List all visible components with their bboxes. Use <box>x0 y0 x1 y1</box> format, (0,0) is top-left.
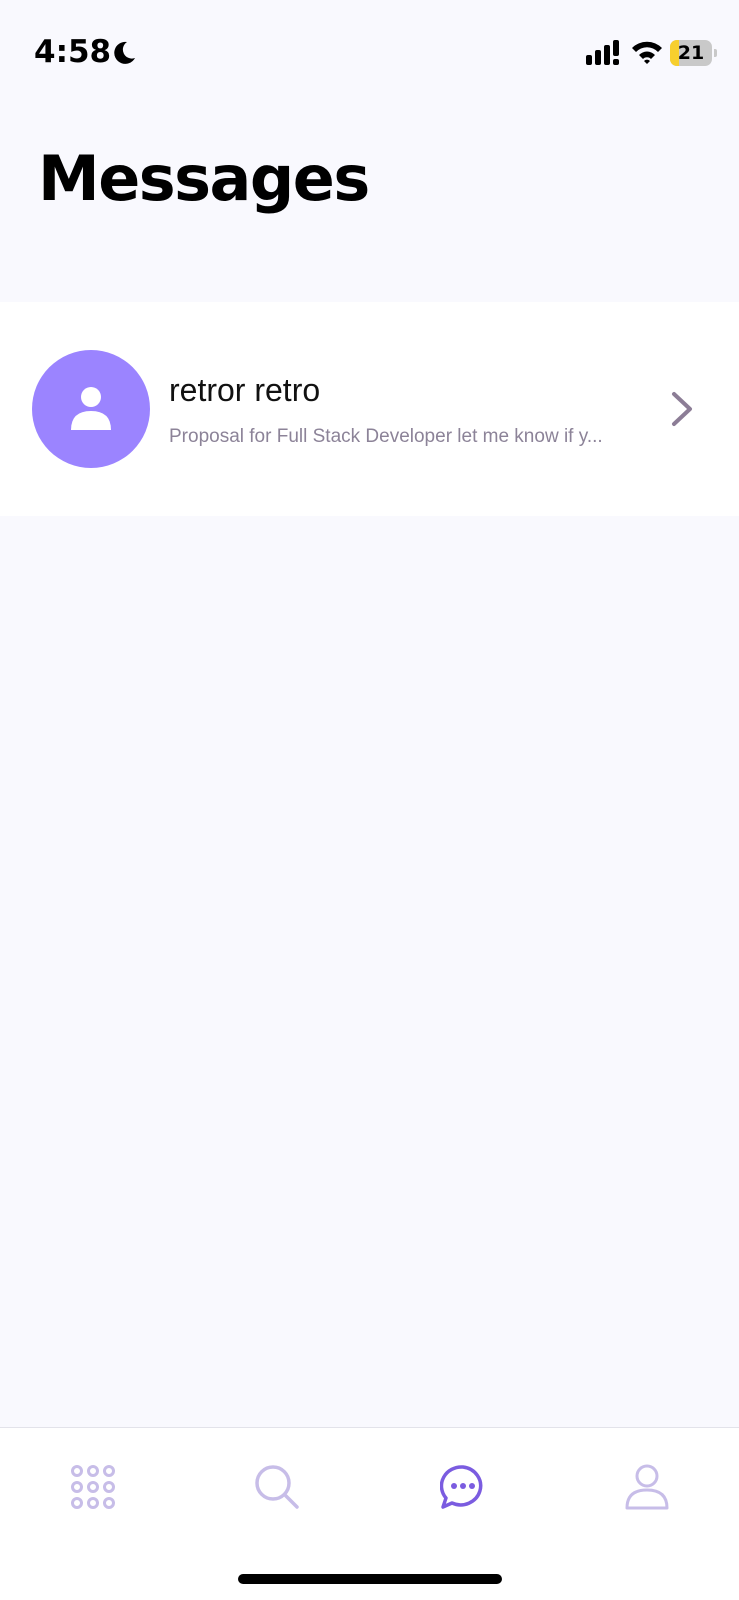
tab-profile[interactable] <box>586 1428 706 1538</box>
battery-level: 21 <box>677 42 705 64</box>
person-icon <box>625 1464 669 1510</box>
wifi-icon <box>632 41 662 64</box>
moon-icon <box>114 41 135 64</box>
home-indicator[interactable] <box>238 1574 502 1584</box>
tab-messages[interactable] <box>402 1428 522 1538</box>
messages-screen: 4:58 21 Messages retror retro Proposal f… <box>0 0 739 1600</box>
battery-icon: 21 <box>670 40 717 66</box>
message-preview: Proposal for Full Stack Developer let me… <box>169 426 603 447</box>
page-title: Messages <box>38 142 370 215</box>
conversation-item[interactable]: retror retro Proposal for Full Stack Dev… <box>0 302 739 516</box>
tab-home[interactable] <box>32 1428 152 1538</box>
chevron-right-icon <box>672 392 692 426</box>
grid-icon <box>71 1465 115 1509</box>
contact-name: retror retro <box>169 372 321 408</box>
search-icon <box>255 1465 299 1509</box>
status-time: 4:58 <box>34 34 112 70</box>
person-icon <box>71 387 111 430</box>
chat-bubble-icon <box>440 1465 483 1509</box>
tab-search[interactable] <box>216 1428 336 1538</box>
cellular-signal-icon <box>586 40 619 65</box>
status-bar: 4:58 21 <box>0 0 739 108</box>
avatar <box>32 350 150 468</box>
battery-tip <box>714 49 717 57</box>
battery-body: 21 <box>670 40 712 66</box>
conversation-list: retror retro Proposal for Full Stack Dev… <box>0 302 739 516</box>
